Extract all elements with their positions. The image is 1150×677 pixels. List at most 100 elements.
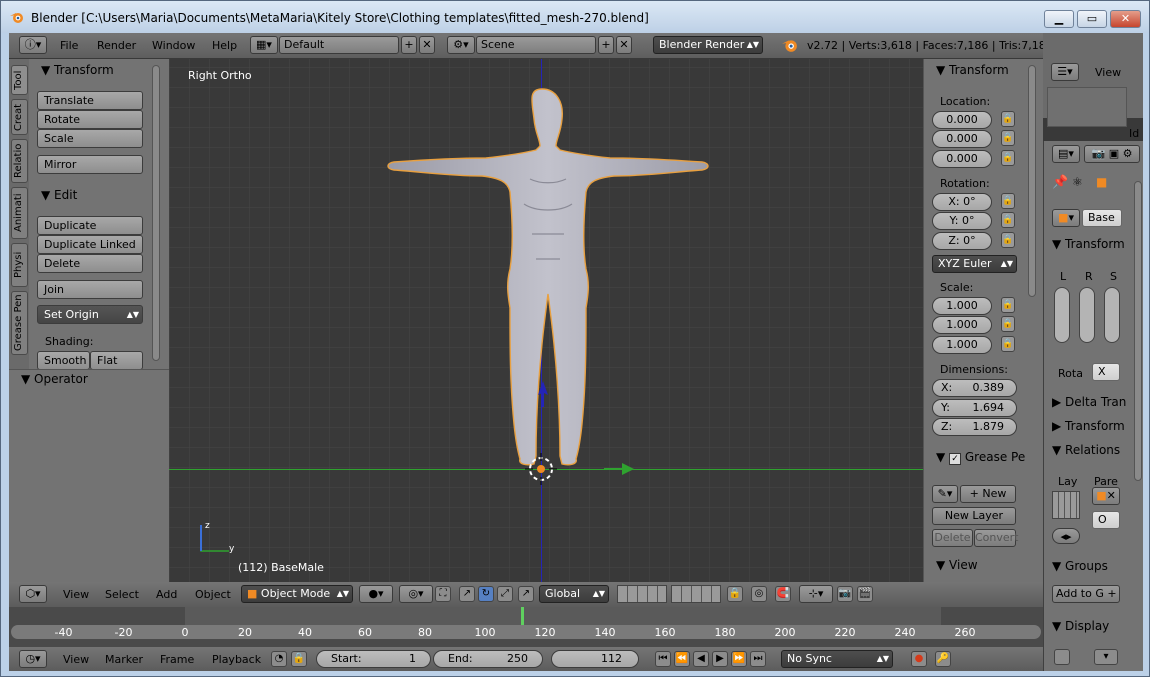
scale-y-field[interactable]: 1.000 (932, 316, 992, 334)
screen-layout-icon[interactable]: ▦▾ (250, 36, 278, 54)
opengl-render-icon[interactable]: 📷 (837, 586, 853, 602)
dimension-x-field[interactable]: X: 0.389 (932, 379, 1017, 397)
rotation-mode-dropdown[interactable]: XYZ Euler ▲▼ (932, 255, 1017, 273)
props-scrollbar[interactable] (1134, 181, 1142, 481)
grease-pencil-checkbox[interactable]: ✓ (949, 453, 962, 465)
layers-grid[interactable] (1052, 491, 1080, 519)
rotate-manipulator-icon[interactable]: ↻ (478, 586, 494, 602)
menu-file[interactable]: File (60, 39, 78, 52)
sync-dropdown[interactable]: No Sync ▲▼ (781, 650, 893, 668)
delta-transform-title[interactable]: ▶ Delta Tran (1052, 395, 1126, 409)
tl-menu-view[interactable]: View (63, 653, 89, 666)
snap-element-icon[interactable]: ⊹▾ (799, 585, 833, 603)
rotation-y-field[interactable]: Y: 0° (932, 212, 992, 230)
3d-cursor-icon[interactable] (525, 453, 557, 485)
flat-button[interactable]: Flat (90, 351, 143, 370)
delete-button[interactable]: Delete (37, 254, 143, 273)
relations-title[interactable]: ▼ Relations (1052, 443, 1120, 457)
add-to-group-button[interactable]: Add to G + (1052, 585, 1120, 603)
dimension-y-field[interactable]: Y: 1.694 (932, 399, 1017, 417)
opengl-animation-icon[interactable]: 🎬 (857, 586, 873, 602)
operator-panel-title[interactable]: ▼ Operator (21, 372, 88, 386)
menu-object[interactable]: Object (195, 588, 231, 601)
start-frame-field[interactable]: Start: 1 (316, 650, 431, 668)
timeline-scrollbar[interactable] (11, 625, 1041, 639)
groups-title[interactable]: ▼ Groups (1052, 559, 1108, 573)
y-manipulator-arrow-icon[interactable] (604, 463, 634, 475)
pencil-icon[interactable]: ✎▾ (932, 485, 958, 503)
remove-screen-icon[interactable]: ✕ (419, 36, 435, 54)
tl-menu-playback[interactable]: Playback (212, 653, 261, 666)
remove-scene-icon[interactable]: ✕ (616, 36, 632, 54)
smooth-button[interactable]: Smooth (37, 351, 90, 370)
tab-grease-pencil[interactable]: Grease Pen (11, 291, 28, 355)
lock-time-icon[interactable]: 🔒 (291, 651, 307, 667)
parent-object-icon[interactable]: ■✕ (1092, 487, 1120, 505)
rota-dropdown[interactable]: X (1092, 363, 1120, 381)
view-panel-title[interactable]: ▼ View (936, 558, 978, 572)
tab-tool[interactable]: Tool (11, 65, 28, 95)
preview-range-icon[interactable]: ◔ (271, 651, 287, 667)
snap-icon[interactable]: 🧲 (775, 586, 791, 602)
menu-select[interactable]: Select (105, 588, 139, 601)
end-frame-field[interactable]: End: 250 (433, 650, 543, 668)
tab-animation[interactable]: Animati (11, 187, 28, 239)
scene-layers-grid-2[interactable] (671, 585, 721, 603)
tl-menu-marker[interactable]: Marker (105, 653, 143, 666)
location-z-field[interactable]: 0.000 (932, 150, 992, 168)
timeline-editor-type-icon[interactable]: ◷▾ (19, 650, 47, 668)
menu-help[interactable]: Help (212, 39, 237, 52)
add-screen-icon[interactable]: + (401, 36, 417, 54)
basemale-mesh[interactable] (364, 84, 724, 484)
scene-field[interactable]: Scene (476, 36, 596, 54)
minimize-button[interactable]: ▁ (1044, 10, 1074, 28)
maximize-button[interactable]: ▭ (1077, 10, 1107, 28)
delete-grease-button[interactable]: Delete (932, 529, 973, 547)
transform-orientation-icon[interactable]: ↗ (518, 586, 534, 602)
parent-type-dropdown[interactable]: O (1092, 511, 1120, 529)
tab-relations[interactable]: Relatio (11, 139, 28, 183)
new-grease-button[interactable]: + New (960, 485, 1016, 503)
add-scene-icon[interactable]: + (598, 36, 614, 54)
object-data-icon[interactable]: ■▾ (1052, 209, 1080, 227)
display-toggle-icon[interactable] (1054, 649, 1070, 665)
location-x-field[interactable]: 0.000 (932, 111, 992, 129)
set-origin-dropdown[interactable]: Set Origin ▲▼ (37, 305, 143, 324)
outliner-editor-type-icon[interactable]: ☰▾ (1051, 63, 1079, 81)
view3d-editor-type-icon[interactable]: ⬡▾ (19, 585, 47, 603)
location-y-field[interactable]: 0.000 (932, 130, 992, 148)
lock-icon[interactable]: 🔒 (1001, 316, 1015, 332)
lock-icon[interactable]: 🔒 (1001, 212, 1015, 228)
dimension-z-field[interactable]: Z: 1.879 (932, 418, 1017, 436)
display-type-icon[interactable]: ▾ (1094, 649, 1118, 665)
z-manipulator-arrow-icon[interactable] (537, 381, 549, 407)
transform-panel-title[interactable]: ▼ Transform (41, 63, 114, 77)
rotation-z-field[interactable]: Z: 0° (932, 232, 992, 250)
edit-panel-title[interactable]: ▼ Edit (41, 188, 77, 202)
lock-icon[interactable]: 🔒 (1001, 193, 1015, 209)
3d-viewport[interactable]: Right Ortho z y (112) BaseMale (169, 59, 923, 582)
object-name-field[interactable]: Base (1082, 209, 1122, 227)
lock-icon[interactable]: 🔒 (1001, 336, 1015, 352)
lock-icon[interactable]: 🔒 (1001, 130, 1015, 146)
translate-manipulator-icon[interactable]: ↗ (459, 586, 475, 602)
record-icon[interactable]: ● (911, 651, 927, 667)
outliner-list[interactable] (1047, 87, 1127, 127)
tab-create[interactable]: Creat (11, 99, 28, 135)
scene-icon[interactable]: ⚙▾ (447, 36, 475, 54)
lock-icon[interactable]: 🔒 (1001, 150, 1015, 166)
lock-scale-toggles[interactable] (1104, 287, 1120, 343)
mode-dropdown[interactable]: ■ Object Mode ▲▼ (241, 585, 353, 603)
transform-orientation-dropdown[interactable]: Global ▲▼ (539, 585, 609, 603)
transform-locks-title[interactable]: ▶ Transform (1052, 419, 1125, 433)
scale-x-field[interactable]: 1.000 (932, 297, 992, 315)
n-panel-scrollbar[interactable] (1028, 65, 1036, 297)
convert-button[interactable]: Convert (974, 529, 1019, 547)
menu-view[interactable]: View (63, 588, 89, 601)
grease-pencil-panel-title[interactable]: ▼ ✓ Grease Pe (936, 450, 1025, 465)
keying-icon[interactable]: 🔑 (935, 651, 951, 667)
outliner-view-menu[interactable]: View (1095, 66, 1121, 79)
render-engine-dropdown[interactable]: Blender Render ▲▼ (653, 36, 763, 54)
menu-render[interactable]: Render (97, 39, 136, 52)
jump-start-icon[interactable]: ⏮ (655, 651, 671, 667)
